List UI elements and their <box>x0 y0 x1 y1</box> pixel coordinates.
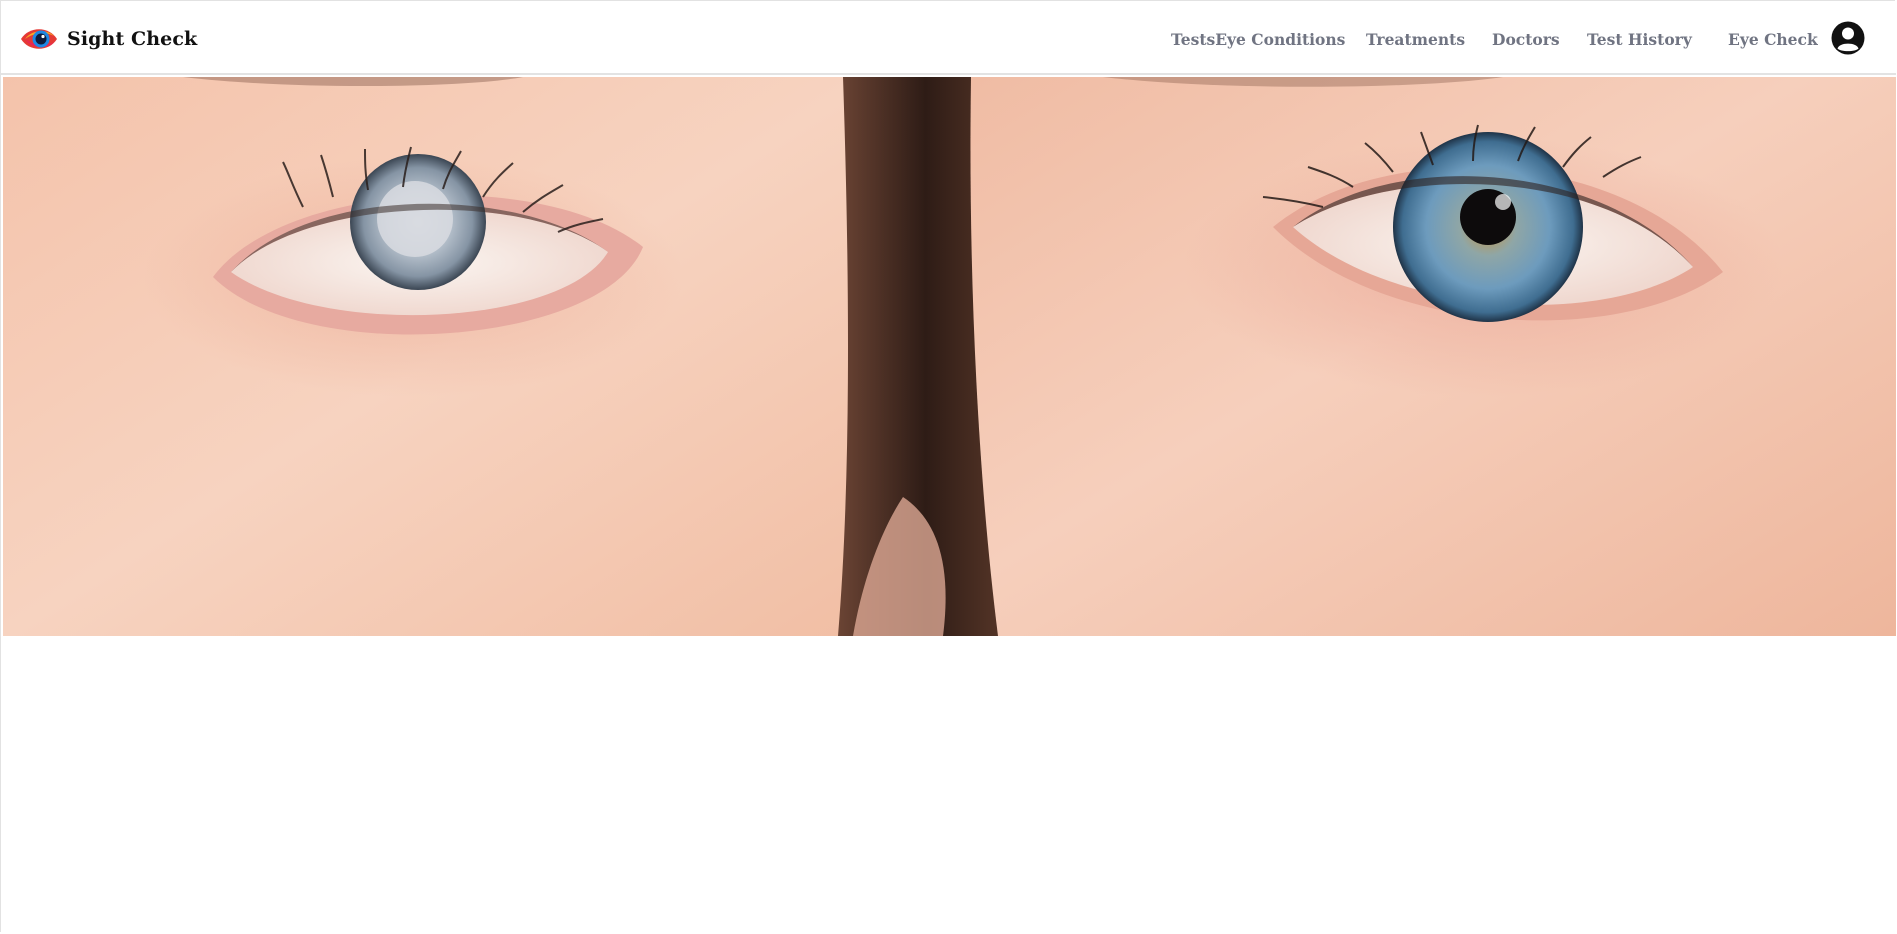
nav-link-treatments[interactable]: Treatments <box>1366 30 1465 49</box>
page: Sight Check TestsEye Conditions Treatmen… <box>0 0 1896 933</box>
hero-eyes-image <box>3 77 1896 636</box>
page-content-area <box>1 636 1896 933</box>
nav-link-test-history[interactable]: Test History <box>1587 30 1692 49</box>
user-circle-icon[interactable] <box>1831 21 1865 55</box>
nav-link-tests-eye-conditions[interactable]: TestsEye Conditions <box>1171 30 1345 49</box>
eyes-comparison-photo <box>3 77 1896 636</box>
brand-home-link[interactable]: Sight Check <box>19 23 197 55</box>
nav-link-eye-check[interactable]: Eye Check <box>1728 30 1818 49</box>
nav-link-doctors[interactable]: Doctors <box>1492 30 1560 49</box>
top-navbar: Sight Check TestsEye Conditions Treatmen… <box>1 3 1896 75</box>
eye-logo-icon <box>21 29 57 49</box>
brand-name: Sight Check <box>67 28 198 50</box>
